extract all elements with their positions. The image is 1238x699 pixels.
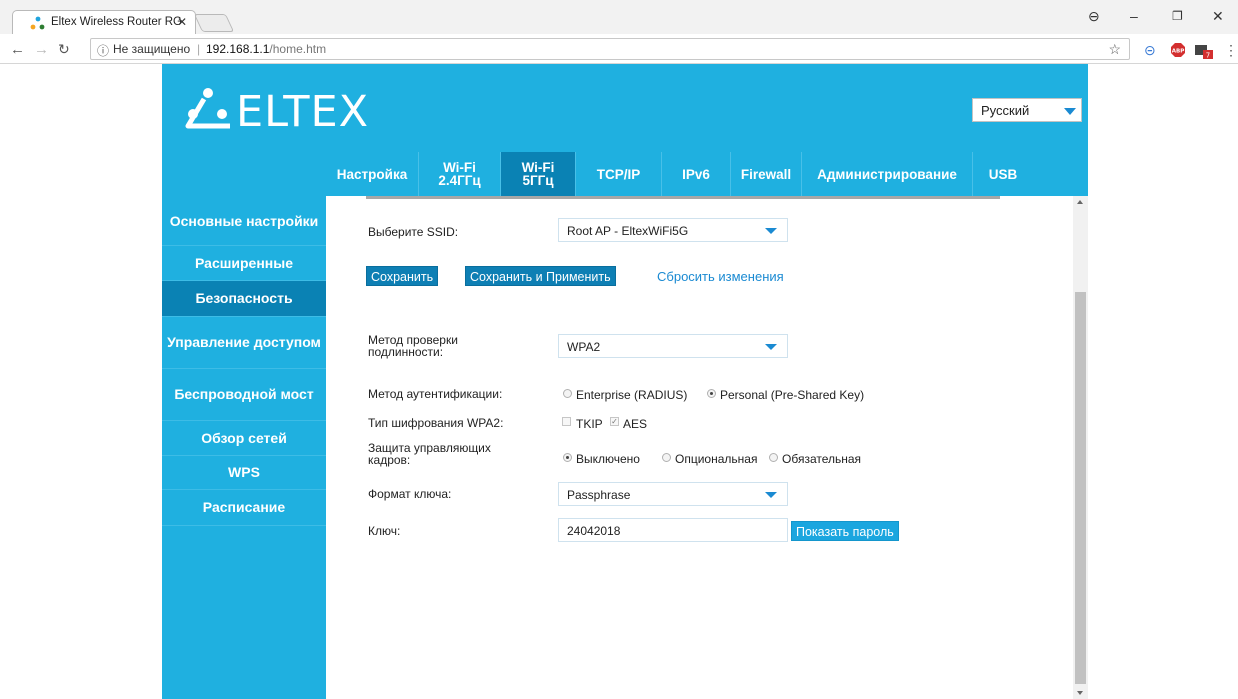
- sidebar-item-basic[interactable]: Основные настройки: [162, 198, 326, 246]
- minimize-icon[interactable]: –: [1130, 8, 1138, 24]
- url-path: /home.htm: [269, 42, 327, 56]
- close-window-icon[interactable]: ✕: [1212, 8, 1224, 25]
- reload-icon[interactable]: ↻: [58, 41, 70, 58]
- auth-check-label: Метод проверки подлинности:: [368, 333, 458, 359]
- restore-icon[interactable]: ❐: [1172, 9, 1183, 23]
- mgmt-required-label: Обязательная: [782, 452, 862, 466]
- sidebar-item-wireless-bridge[interactable]: Беспроводной мост: [162, 369, 326, 421]
- extension-sync-icon[interactable]: ⊝: [1144, 42, 1156, 59]
- url-host: 192.168.1.1: [206, 42, 270, 56]
- browser-tabstrip: Eltex Wireless Router RG- ✕ ⊖ – ❐ ✕: [0, 0, 1238, 34]
- info-icon[interactable]: ⓘ: [97, 42, 109, 59]
- tab-title: Eltex Wireless Router RG-: [51, 16, 181, 28]
- browser-toolbar: ← → ↻ ⓘ Не защищено | 192.168.1.1/home.h…: [0, 34, 1238, 64]
- svg-text:ELTEX: ELTEX: [236, 87, 369, 134]
- key-format-select[interactable]: Passphrase: [558, 482, 788, 506]
- save-apply-button[interactable]: Сохранить и Применить: [465, 266, 616, 286]
- profile-icon[interactable]: ⊖: [1088, 8, 1100, 25]
- forward-icon[interactable]: →: [34, 41, 49, 58]
- bookmark-star-icon[interactable]: ☆: [1108, 41, 1121, 58]
- extension-badge: 7: [1206, 52, 1210, 60]
- adblock-icon[interactable]: ABP: [1170, 42, 1186, 61]
- scroll-up-icon[interactable]: [1077, 200, 1083, 204]
- mgmt-optional-radio[interactable]: [662, 453, 671, 462]
- sidebar-item-security[interactable]: Безопасность: [162, 281, 326, 317]
- language-value: Русский: [981, 103, 1030, 118]
- scroll-down-icon[interactable]: [1077, 691, 1083, 695]
- mgmt-off-label: Выключено: [576, 452, 640, 466]
- mgmt-optional-label: Опциональная: [675, 452, 758, 466]
- chevron-down-icon: [765, 492, 777, 498]
- chevron-down-icon: [765, 344, 777, 350]
- tab-close-icon[interactable]: ✕: [177, 15, 187, 29]
- browser-menu-icon[interactable]: ⋮: [1224, 42, 1238, 59]
- tab-tcpip[interactable]: TCP/IP: [576, 152, 661, 196]
- content-panel: Выберите SSID: Root AP - EltexWiFi5G Сох…: [326, 196, 1073, 699]
- mgmt-required-radio[interactable]: [769, 453, 778, 462]
- cipher-tkip-label: TKIP: [576, 417, 603, 431]
- address-separator: |: [197, 42, 201, 56]
- eltex-logo: ELTEX: [185, 87, 369, 134]
- tab-administration[interactable]: Администрирование: [802, 152, 972, 196]
- content-divider: [366, 196, 1000, 199]
- url-text: 192.168.1.1/home.htm: [206, 42, 326, 56]
- save-button[interactable]: Сохранить: [366, 266, 439, 286]
- new-tab-button[interactable]: [193, 14, 235, 32]
- scrollbar-thumb[interactable]: [1075, 292, 1086, 684]
- language-select[interactable]: Русский: [972, 98, 1082, 122]
- tab-firewall[interactable]: Firewall: [731, 152, 801, 196]
- chevron-down-icon: [765, 228, 777, 234]
- eltex-favicon: [30, 16, 45, 30]
- mgmt-protection-label: Защита управляющих кадров:: [368, 441, 491, 467]
- sidebar-item-site-survey[interactable]: Обзор сетей: [162, 421, 326, 456]
- sidebar-item-wps[interactable]: WPS: [162, 456, 326, 490]
- reset-changes-link[interactable]: Сбросить изменения: [657, 269, 784, 284]
- key-format-value: Passphrase: [567, 488, 631, 502]
- key-format-label: Формат ключа:: [368, 487, 452, 501]
- tab-ipv6[interactable]: IPv6: [662, 152, 730, 196]
- ssid-label: Выберите SSID:: [368, 225, 459, 239]
- ssid-select[interactable]: Root AP - EltexWiFi5G: [558, 218, 788, 242]
- svg-text:ABP: ABP: [1172, 49, 1184, 55]
- key-input[interactable]: 24042018: [558, 518, 788, 542]
- browser-tab[interactable]: Eltex Wireless Router RG- ✕: [12, 10, 196, 34]
- auth-enterprise-label: Enterprise (RADIUS): [576, 388, 688, 402]
- security-label: Не защищено: [113, 42, 191, 56]
- auth-check-select[interactable]: WPA2: [558, 334, 788, 358]
- key-value: 24042018: [567, 524, 621, 538]
- cipher-aes-label: AES: [623, 417, 648, 431]
- sidebar-item-schedule[interactable]: Расписание: [162, 490, 326, 526]
- auth-check-value: WPA2: [567, 340, 601, 354]
- ssid-value: Root AP - EltexWiFi5G: [567, 224, 689, 238]
- cipher-aes-checkbox[interactable]: ✓: [610, 417, 619, 426]
- show-password-button[interactable]: Показать пароль: [791, 521, 899, 541]
- extension-puzzle-icon[interactable]: 7: [1194, 42, 1214, 63]
- tab-usb[interactable]: USB: [973, 152, 1033, 196]
- auth-enterprise-radio[interactable]: [563, 389, 572, 398]
- auth-personal-radio[interactable]: [707, 389, 716, 398]
- address-bar[interactable]: ⓘ Не защищено | 192.168.1.1/home.htm ☆: [90, 38, 1130, 60]
- auth-method-label: Метод аутентификации:: [368, 387, 503, 401]
- back-icon[interactable]: ←: [10, 41, 25, 58]
- cipher-tkip-checkbox[interactable]: [562, 417, 571, 426]
- chevron-down-icon: [1064, 108, 1076, 115]
- router-page: ELTEX Русский Настройка Wi-Fi 2.4ГГц Wi-…: [162, 64, 1088, 699]
- tab-settings[interactable]: Настройка: [326, 152, 418, 196]
- sidebar-item-advanced[interactable]: Расширенные: [162, 246, 326, 281]
- tab-wifi-5[interactable]: Wi-Fi 5ГГц: [501, 152, 575, 196]
- scrollbar[interactable]: [1073, 196, 1088, 699]
- auth-personal-label: Personal (Pre-Shared Key): [720, 388, 865, 402]
- mgmt-off-radio[interactable]: [563, 453, 572, 462]
- key-label: Ключ:: [368, 524, 401, 538]
- tab-wifi-24[interactable]: Wi-Fi 2.4ГГц: [419, 152, 500, 196]
- sidebar-item-access-control[interactable]: Управление доступом: [162, 317, 326, 369]
- cipher-label: Тип шифрования WPA2:: [368, 416, 504, 430]
